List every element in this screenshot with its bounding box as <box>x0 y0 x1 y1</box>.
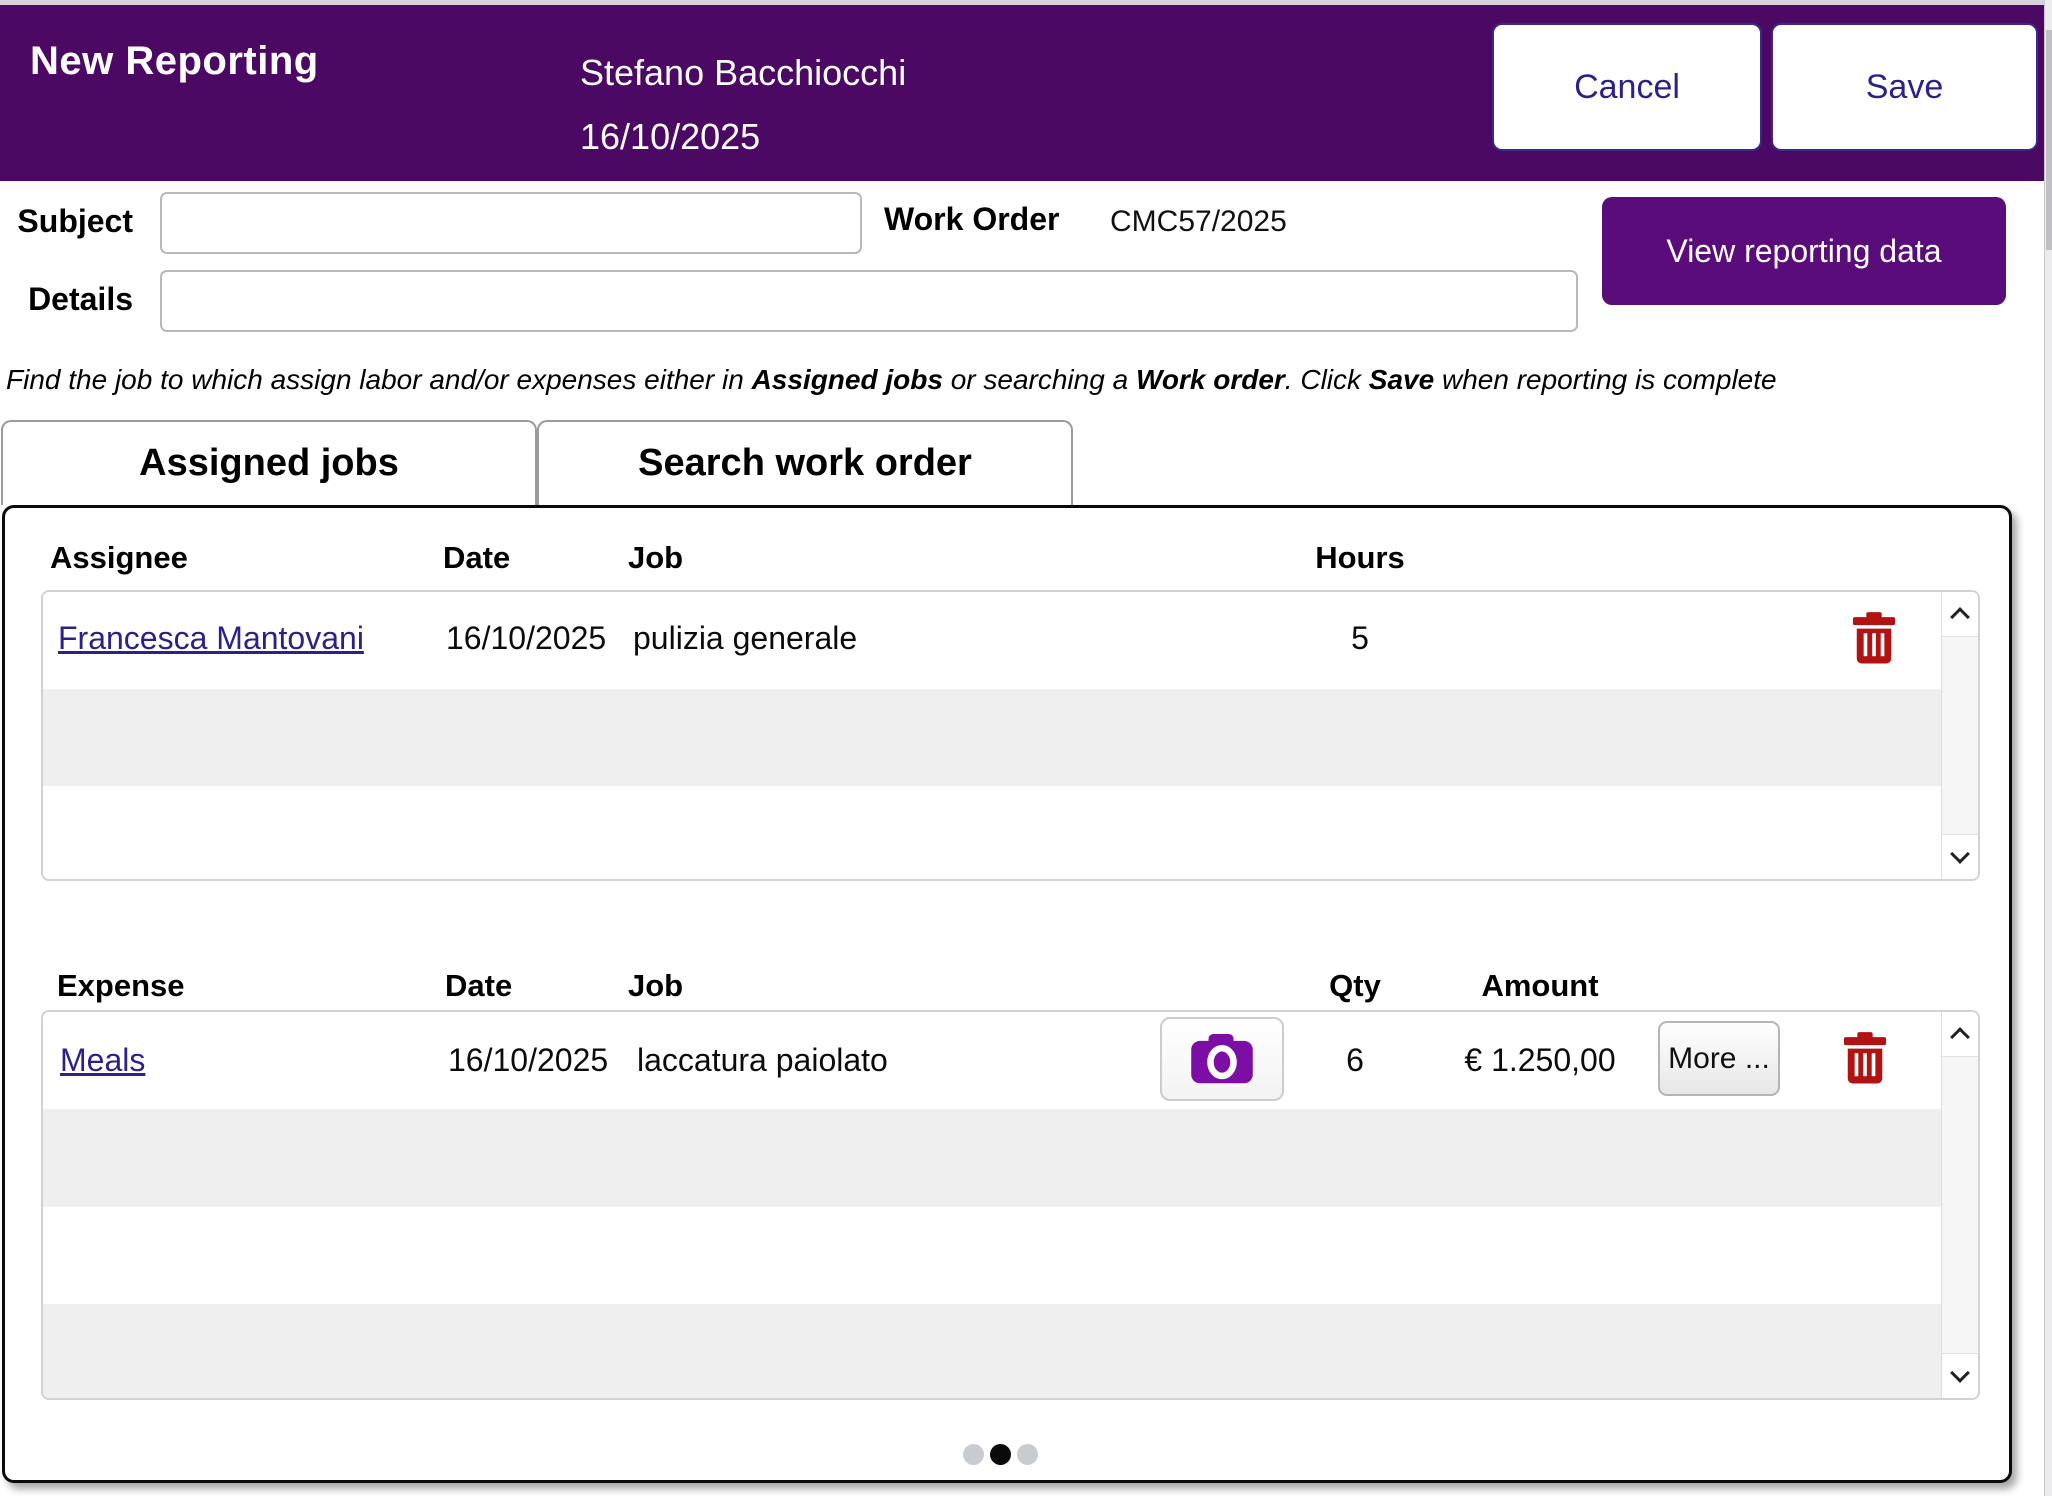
window-scrollbar-thumb[interactable] <box>2046 30 2052 250</box>
expense-date-cell: 16/10/2025 <box>448 1042 608 1079</box>
work-order-label: Work Order <box>884 201 1059 238</box>
labor-hours-cell: 5 <box>1290 620 1430 657</box>
delete-labor-button[interactable] <box>1851 612 1897 667</box>
tab-search-work-order[interactable]: Search work order <box>537 420 1073 505</box>
details-input[interactable] <box>160 270 1578 332</box>
expense-header-job: Job <box>628 968 683 1004</box>
expense-header-date: Date <box>445 968 512 1004</box>
reporter-block: Stefano Bacchiocchi 16/10/2025 <box>580 41 906 169</box>
labor-header-hours: Hours <box>1290 540 1430 576</box>
expense-header-qty: Qty <box>1285 968 1425 1004</box>
chevron-down-icon <box>1950 844 1970 864</box>
new-reporting-screen: New Reporting Stefano Bacchiocchi 16/10/… <box>0 0 2052 1496</box>
labor-scrollbar[interactable] <box>1941 592 1978 879</box>
subject-label: Subject <box>0 203 133 240</box>
trash-icon <box>1842 1032 1888 1084</box>
expense-header-amount: Amount <box>1440 968 1640 1004</box>
chevron-up-icon <box>1950 1027 1970 1047</box>
expense-amount-cell: € 1.250,00 <box>1440 1042 1640 1079</box>
labor-job-cell: pulizia generale <box>633 620 857 657</box>
labor-date-cell: 16/10/2025 <box>446 620 606 657</box>
expense-job-cell: laccatura paiolato <box>637 1042 888 1079</box>
expense-scroll-up-button[interactable] <box>1942 1012 1978 1057</box>
expense-header-expense: Expense <box>57 968 185 1004</box>
expense-qty-cell: 6 <box>1285 1042 1425 1079</box>
labor-header-job: Job <box>628 540 683 576</box>
instruction-text: Find the job to which assign labor and/o… <box>6 364 2036 396</box>
instruction-seg6: Save <box>1369 364 1434 395</box>
expense-link[interactable]: Meals <box>60 1042 145 1079</box>
save-button[interactable]: Save <box>1771 23 2038 151</box>
page-indicator <box>963 1444 1038 1465</box>
chevron-up-icon <box>1950 607 1970 627</box>
photo-button[interactable] <box>1160 1017 1284 1101</box>
labor-header-assignee: Assignee <box>50 540 188 576</box>
instruction-seg4: Work order <box>1136 364 1285 395</box>
expense-empty-row <box>43 1207 1978 1304</box>
tab-assigned-jobs[interactable]: Assigned jobs <box>1 420 537 505</box>
expense-scroll-down-button[interactable] <box>1942 1353 1978 1398</box>
reporting-date: 16/10/2025 <box>580 105 906 169</box>
labor-empty-row <box>43 689 1978 786</box>
labor-empty-row <box>43 786 1978 881</box>
details-label: Details <box>0 281 133 318</box>
instruction-seg1: Find the job to which assign labor and/o… <box>6 364 752 395</box>
instruction-seg7: when reporting is complete <box>1434 364 1776 395</box>
instruction-seg3: or searching a <box>943 364 1136 395</box>
labor-scroll-up-button[interactable] <box>1942 592 1978 637</box>
camera-icon <box>1191 1034 1253 1084</box>
assignee-link[interactable]: Francesca Mantovani <box>58 620 364 657</box>
pager-dot[interactable] <box>963 1444 984 1465</box>
view-reporting-data-button[interactable]: View reporting data <box>1602 197 2006 305</box>
trash-icon <box>1851 612 1897 664</box>
expense-empty-row <box>43 1109 1978 1207</box>
chevron-down-icon <box>1950 1363 1970 1383</box>
instruction-seg5: . Click <box>1285 364 1369 395</box>
instruction-seg2: Assigned jobs <box>752 364 943 395</box>
subject-input[interactable] <box>160 192 862 254</box>
cancel-button[interactable]: Cancel <box>1492 23 1762 151</box>
app-header: New Reporting Stefano Bacchiocchi 16/10/… <box>0 5 2052 181</box>
page-title: New Reporting <box>30 39 319 84</box>
more-button[interactable]: More ... <box>1658 1021 1780 1096</box>
reporter-name: Stefano Bacchiocchi <box>580 41 906 105</box>
pager-dot-active[interactable] <box>990 1444 1011 1465</box>
labor-header-date: Date <box>443 540 510 576</box>
expense-empty-row <box>43 1304 1978 1400</box>
delete-expense-button[interactable] <box>1842 1032 1888 1087</box>
work-order-value: CMC57/2025 <box>1110 205 1287 239</box>
labor-scroll-down-button[interactable] <box>1942 834 1978 879</box>
expense-scrollbar[interactable] <box>1941 1012 1978 1398</box>
pager-dot[interactable] <box>1017 1444 1038 1465</box>
window-scrollbar[interactable] <box>2044 0 2052 1496</box>
